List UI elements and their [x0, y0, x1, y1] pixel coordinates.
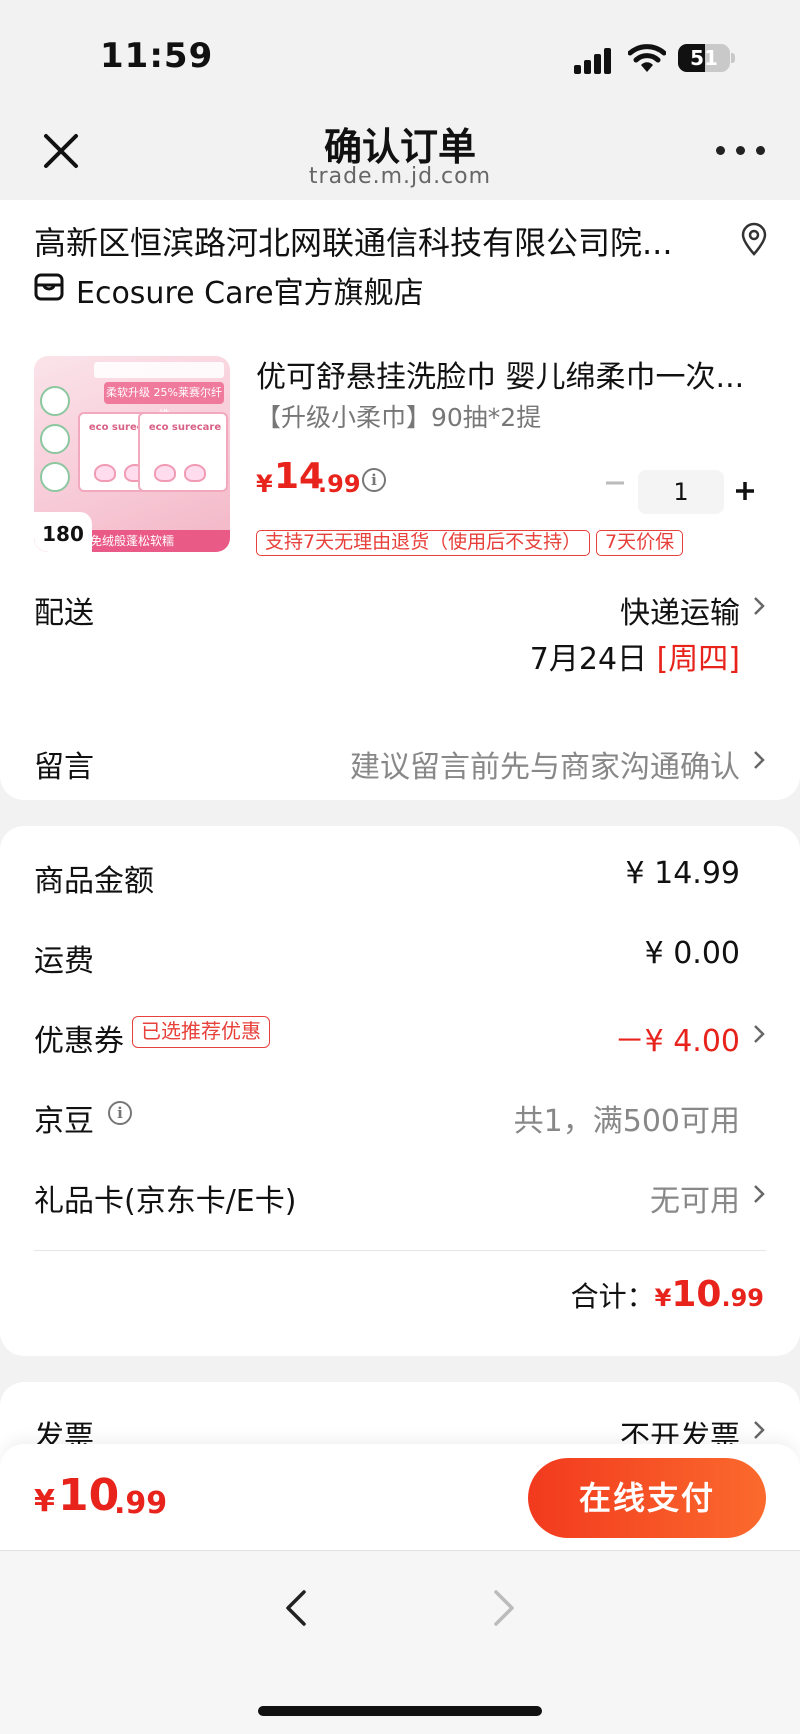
total-label: 合计：: [570, 1280, 655, 1313]
info-icon[interactable]: i: [362, 468, 386, 492]
goods-amount-label: 商品金额: [34, 864, 154, 899]
bunny-icon: [184, 464, 206, 482]
product-price-decimal: .99: [318, 470, 361, 498]
chevron-right-icon[interactable]: [752, 749, 766, 771]
store-name[interactable]: Ecosure Care官方旗舰店: [76, 268, 424, 312]
coupon-value[interactable]: －¥ 4.00: [615, 1016, 740, 1060]
quantity-decrease-button[interactable]: [602, 470, 628, 496]
pay-online-button[interactable]: 在线支付: [528, 1458, 766, 1538]
delivery-date: 7月24日: [529, 642, 648, 677]
page-title: 确认订单: [323, 125, 476, 169]
goods-amount-value: ¥ 14.99: [625, 856, 740, 891]
delivery-date-line: 7月24日 [周四]: [530, 634, 740, 678]
giftcard-label: 礼品卡(京东卡/E卡): [34, 1184, 297, 1219]
status-time: 11:59: [100, 36, 214, 76]
product-image-badge: [40, 424, 70, 454]
location-pin-icon[interactable]: [740, 222, 768, 256]
chevron-right-icon[interactable]: [752, 1419, 766, 1441]
home-indicator[interactable]: [258, 1706, 542, 1716]
wifi-icon: [627, 42, 667, 74]
pay-total-unit: ¥: [34, 1484, 55, 1519]
total-decimal: .99: [721, 1284, 764, 1312]
product-price-integer: 14: [274, 456, 325, 497]
chevron-right-icon[interactable]: [752, 595, 766, 617]
note-field[interactable]: 建议留言前先与商家沟通确认: [350, 742, 740, 786]
total-unit: ¥: [654, 1284, 672, 1312]
address-text[interactable]: 高新区恒滨路河北网联通信科技有限公司院...: [34, 218, 724, 264]
product-image-brand-strip: [94, 362, 224, 378]
giftcard-value[interactable]: 无可用: [650, 1176, 740, 1220]
chevron-right-icon[interactable]: [752, 1023, 766, 1045]
quantity-value[interactable]: 1: [638, 470, 724, 514]
product-image-badge: [40, 386, 70, 416]
return-policy-tag: 支持7天无理由退货（使用后不支持）: [256, 530, 591, 556]
forward-arrow-icon[interactable]: [492, 1588, 516, 1628]
shipping-fee-label: 运费: [34, 944, 94, 979]
product-image-pack-label: eco surecare: [148, 422, 222, 433]
info-icon[interactable]: i: [108, 1101, 132, 1125]
bunny-icon: [154, 464, 176, 482]
shipping-fee-value: ¥ 0.00: [644, 936, 740, 971]
back-arrow-icon[interactable]: [284, 1588, 308, 1628]
price-protection-tag: 7天价保: [596, 530, 684, 556]
bunny-icon: [94, 464, 116, 482]
note-label: 留言: [34, 750, 94, 785]
coupon-label: 优惠券: [34, 1024, 124, 1059]
close-icon[interactable]: [38, 128, 84, 174]
pay-total-integer: 10: [58, 1470, 120, 1521]
chevron-right-icon[interactable]: [752, 1183, 766, 1205]
jingdou-label: 京豆: [34, 1104, 94, 1139]
jingdou-value: 共1，满500可用: [513, 1104, 740, 1139]
page-url: trade.m.jd.com: [308, 164, 492, 189]
summary-divider: [34, 1250, 766, 1251]
product-price-unit: ¥: [256, 470, 273, 498]
quantity-increase-button[interactable]: [732, 478, 758, 504]
product-image-count: 180抽: [34, 512, 92, 552]
total-integer: 10: [671, 1274, 722, 1315]
product-image[interactable]: 柔软升级 25%莱赛尔纤维 eco surecare eco surecare …: [34, 356, 230, 552]
more-dots-icon[interactable]: [716, 146, 766, 158]
coupon-recommended-badge: 已选推荐优惠: [132, 1016, 270, 1048]
product-image-pack: eco surecare: [138, 412, 228, 492]
delivery-label: 配送: [34, 596, 94, 631]
pay-total-decimal: .99: [114, 1486, 168, 1521]
battery-level: 51: [690, 46, 718, 70]
delivery-method[interactable]: 快递运输: [620, 588, 740, 632]
product-spec[interactable]: 【升级小柔巾】90抽*2提: [256, 398, 541, 434]
delivery-weekday: [周四]: [656, 642, 740, 677]
product-title[interactable]: 优可舒悬挂洗脸巾 婴儿绵柔巾一次...: [256, 352, 746, 396]
store-icon: [34, 273, 64, 301]
battery-tip: [731, 53, 735, 63]
product-image-banner: 柔软升级 25%莱赛尔纤维: [104, 382, 224, 421]
product-image-badge: [40, 462, 70, 492]
battery-icon: 51: [678, 44, 730, 72]
summary-total: 合计：¥10.99: [571, 1274, 764, 1315]
cellular-signal-icon: [574, 46, 614, 74]
